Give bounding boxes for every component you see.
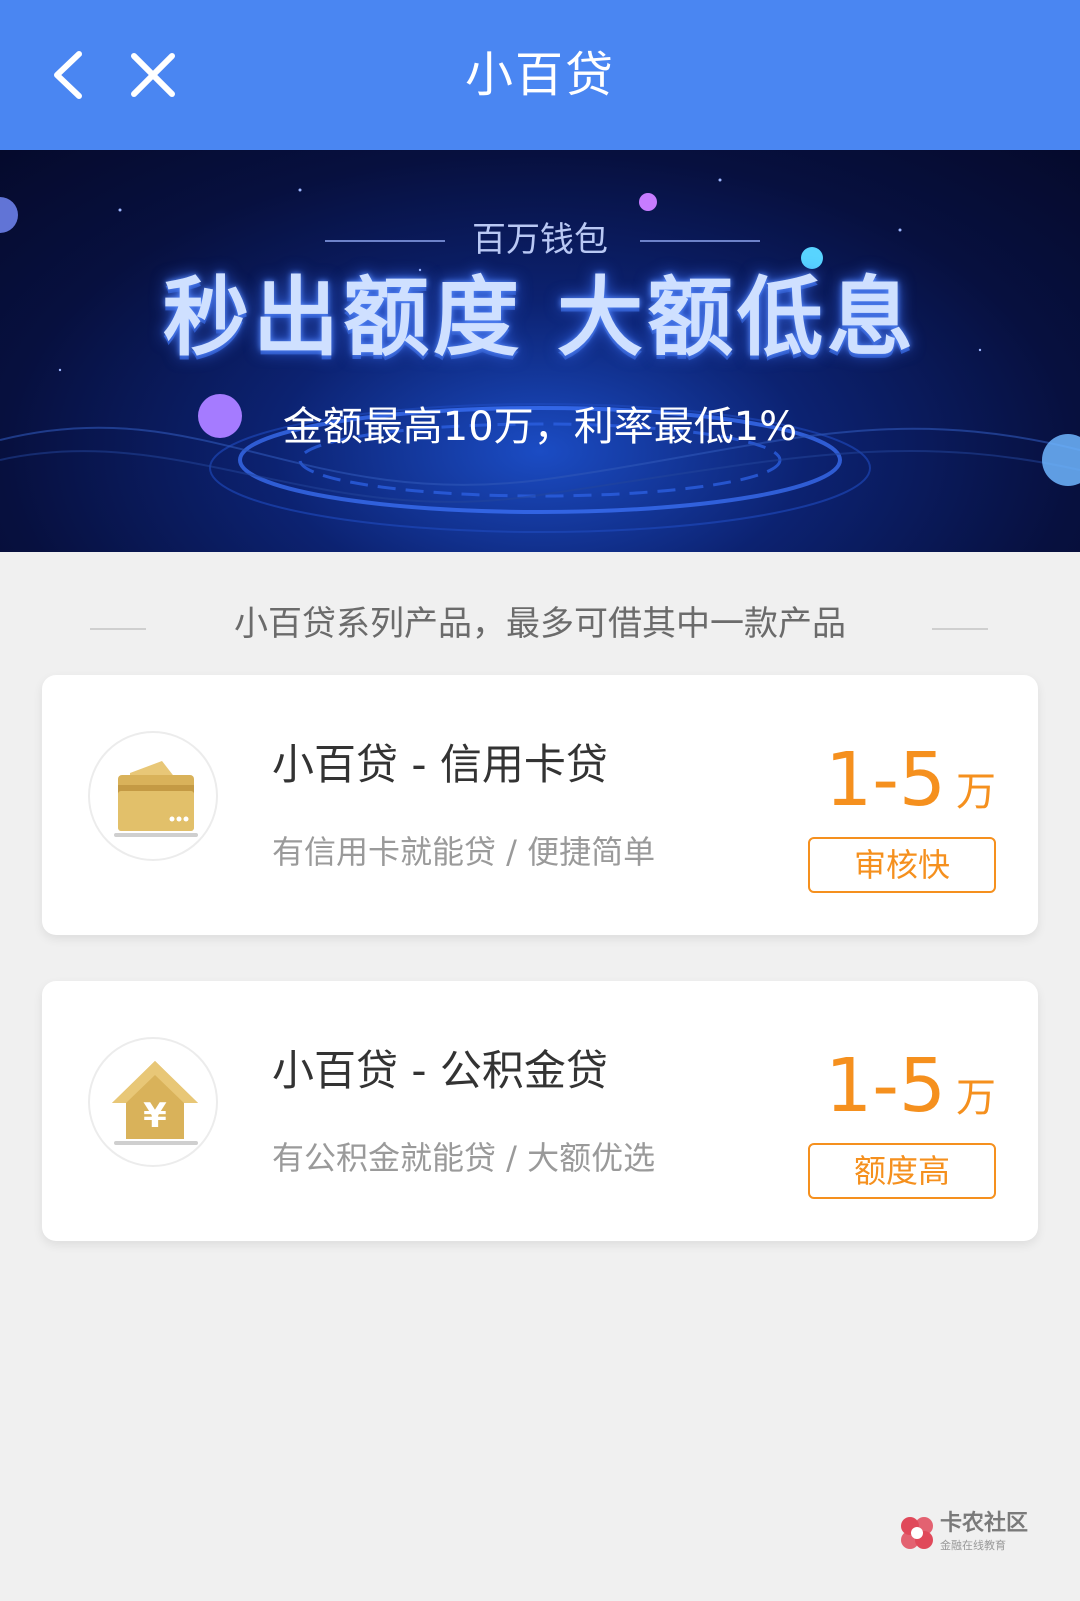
product-tag: 额度高 xyxy=(808,1143,996,1199)
svg-text:¥: ¥ xyxy=(143,1096,167,1136)
amount-value: 1-5 xyxy=(825,737,946,823)
product-title: 小百贷 - 公积金贷 xyxy=(272,1046,608,1095)
product-amount: 1-5 万 xyxy=(825,740,996,820)
house-yuan-icon: ¥ xyxy=(112,1061,198,1145)
banner-headline: 秒出额度 大额低息 xyxy=(163,268,917,368)
top-nav-bar: 小百贷 xyxy=(0,0,1080,150)
page-title: 小百贷 xyxy=(464,47,615,103)
kanong-logo-icon xyxy=(901,1517,933,1549)
product-description: 有公积金就能贷 / 大额优选 xyxy=(272,1139,656,1177)
product-description: 有信用卡就能贷 / 便捷简单 xyxy=(272,833,656,871)
section-caption: 小百贷系列产品，最多可借其中一款产品 xyxy=(234,604,846,644)
product-icon-wrapper: ¥ xyxy=(88,1037,218,1167)
product-card-housing-fund-loan[interactable]: ¥ 小百贷 - 公积金贷 有公积金就能贷 / 大额优选 1-5 万 额度高 xyxy=(42,981,1038,1241)
watermark-tagline: 金融在线教育 xyxy=(940,1539,1006,1552)
amount-unit: 万 xyxy=(956,1075,996,1121)
amount-unit: 万 xyxy=(956,769,996,815)
banner-brand: 百万钱包 xyxy=(472,220,608,260)
watermark-logo: 卡农社区 金融在线教育 xyxy=(898,1510,1058,1562)
product-amount: 1-5 万 xyxy=(825,1046,996,1126)
banner-subtitle: 金额最高10万，利率最低1% xyxy=(282,404,798,450)
credit-card-icon xyxy=(114,761,198,837)
amount-value: 1-5 xyxy=(825,1043,946,1129)
product-icon-wrapper xyxy=(88,731,218,861)
watermark-name: 卡农社区 xyxy=(940,1511,1029,1536)
product-title: 小百贷 - 信用卡贷 xyxy=(272,740,608,789)
product-tag: 审核快 xyxy=(808,837,996,893)
product-card-credit-card-loan[interactable]: 小百贷 - 信用卡贷 有信用卡就能贷 / 便捷简单 1-5 万 审核快 xyxy=(42,675,1038,935)
promo-banner[interactable]: 百万钱包 秒出额度 大额低息 金额最高10万，利率最低1% xyxy=(0,150,1080,552)
